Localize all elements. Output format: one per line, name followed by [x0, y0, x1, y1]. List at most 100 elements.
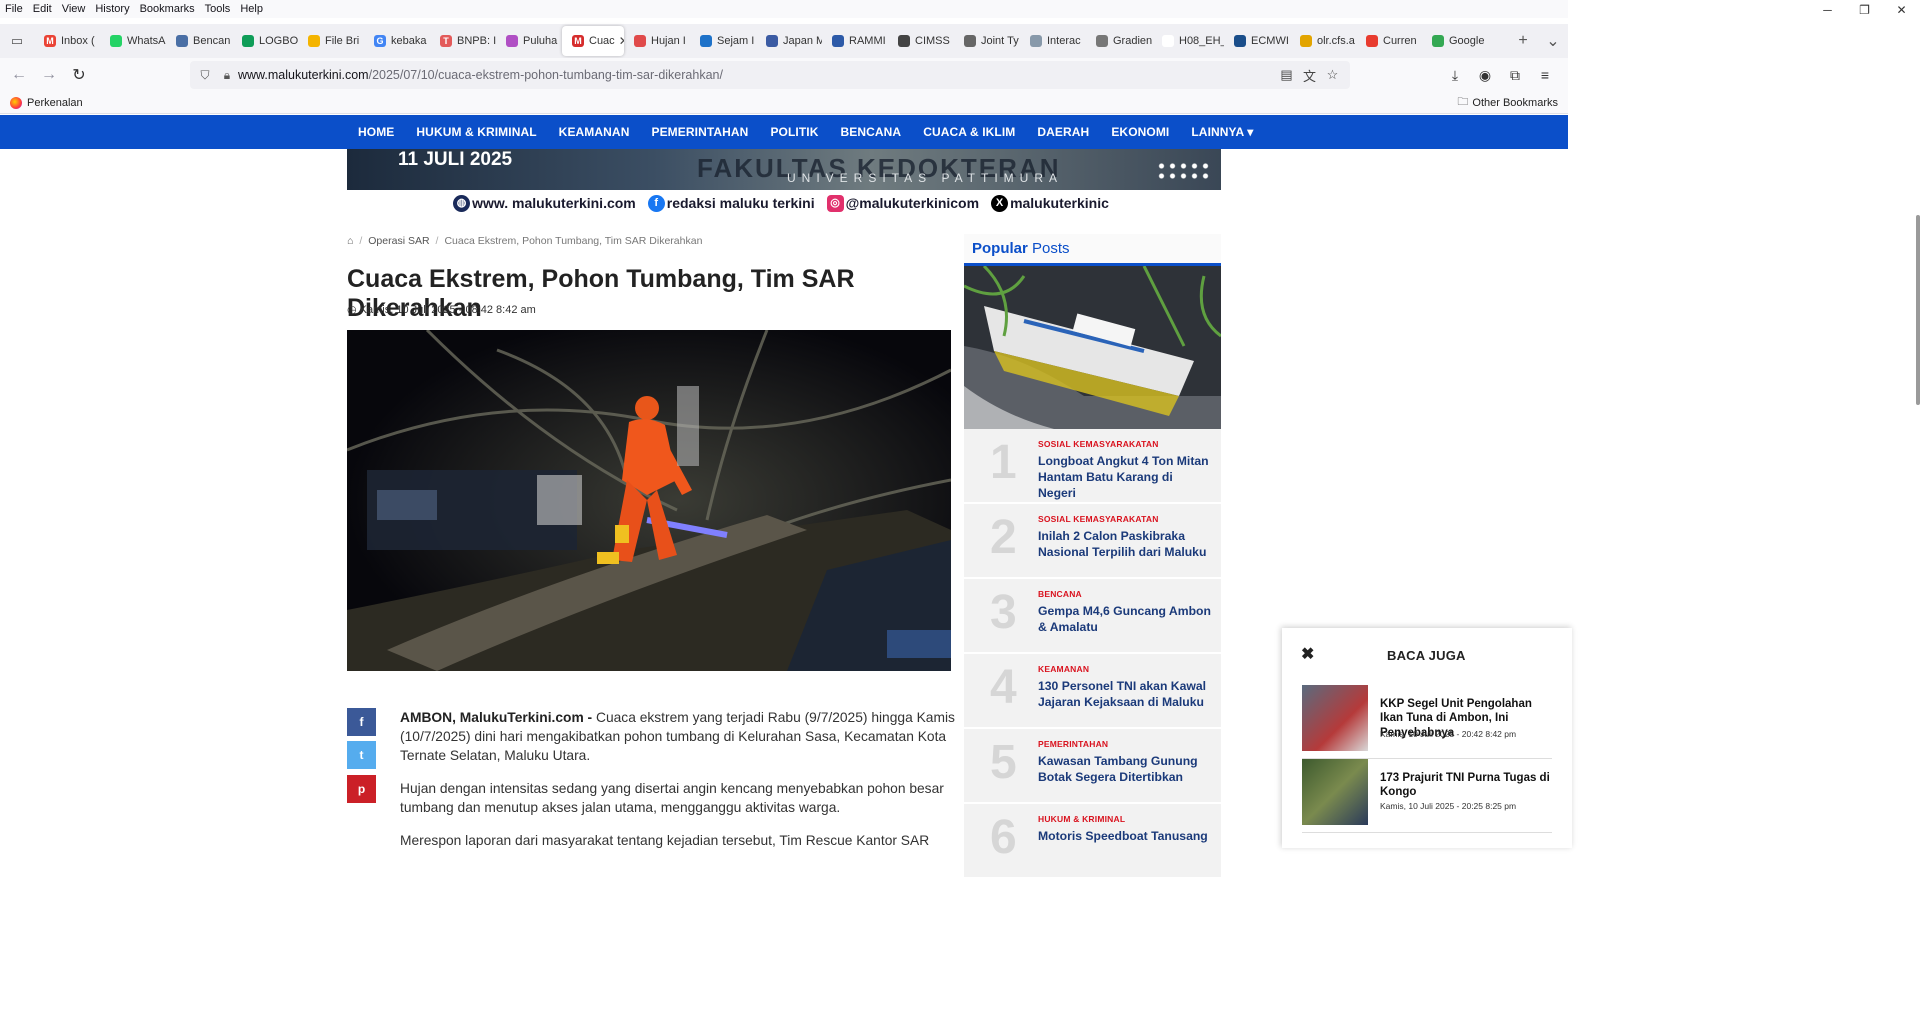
popular-post-title[interactable]: Longboat Angkut 4 Ton Mitan Hantam Batu …: [1038, 453, 1213, 502]
back-arrow-icon[interactable]: ←: [4, 66, 34, 84]
popular-post-item[interactable]: 1 SOSIAL KEMASYARAKATAN Longboat Angkut 4 …: [964, 429, 1221, 504]
tab-list: M Inbox (WhatsA Bencan LOGBO File Bri Gkebaka…: [34, 26, 1488, 56]
browser-tab[interactable]: Japan M: [756, 26, 822, 56]
browser-tab[interactable]: ECMWI: [1224, 26, 1290, 56]
shield-icon[interactable]: ⛉: [194, 68, 216, 83]
browser-tab[interactable]: Joint Ty: [954, 26, 1020, 56]
baca-juga-item[interactable]: 173 Prajurit TNI Purna Tugas di Kongo Ka…: [1302, 759, 1552, 833]
nav-daerah[interactable]: DAERAH: [1037, 125, 1089, 139]
popular-post-category[interactable]: SOSIAL KEMASYARAKATAN: [1038, 514, 1159, 524]
popular-post-rank: 6: [990, 811, 1017, 864]
popular-post-item[interactable]: 3 BENCANA Gempa M4,6 Guncang Ambon & Amala…: [964, 579, 1221, 654]
tab-overview-icon[interactable]: ▭: [0, 33, 34, 49]
baca-juga-thumbnail[interactable]: [1302, 685, 1368, 751]
share-facebook-button[interactable]: f: [347, 708, 376, 736]
popular-post-category[interactable]: KEAMANAN: [1038, 664, 1089, 674]
browser-tab[interactable]: Google: [1422, 26, 1488, 56]
close-icon[interactable]: ✖: [1301, 644, 1314, 664]
popular-post-item[interactable]: 6 HUKUM & KRIMINAL Motoris Speedboat Tanus…: [964, 804, 1221, 879]
browser-tab[interactable]: Curren: [1356, 26, 1422, 56]
popular-post-item[interactable]: 2 SOSIAL KEMASYARAKATAN Inilah 2 Calon Pas…: [964, 504, 1221, 579]
browser-tab[interactable]: Bencan: [166, 26, 232, 56]
menu-history[interactable]: History: [90, 3, 134, 15]
reload-icon[interactable]: ↻: [64, 65, 94, 85]
home-icon[interactable]: ⌂: [347, 235, 353, 247]
browser-tab[interactable]: M Cuac ✕: [562, 26, 624, 56]
menu-bookmarks[interactable]: Bookmarks: [135, 3, 200, 15]
article-date-text: Kamis, 10 Juli 2025 - 08:42 8:42 am: [359, 304, 536, 316]
nav-politik[interactable]: POLITIK: [770, 125, 818, 139]
popular-post-title[interactable]: Motoris Speedboat Tanusang: [1038, 828, 1213, 844]
browser-tab[interactable]: File Bri: [298, 26, 364, 56]
baca-juga-item[interactable]: KKP Segel Unit Pengolahan Ikan Tuna di A…: [1302, 685, 1552, 759]
menu-file[interactable]: File: [0, 3, 28, 15]
popular-post-title[interactable]: Kawasan Tambang Gunung Botak Segera Dite…: [1038, 753, 1213, 785]
browser-tab[interactable]: Sejam I: [690, 26, 756, 56]
share-twitter-button[interactable]: t: [347, 741, 376, 769]
social-instagram[interactable]: @malukuterkinicom: [846, 195, 979, 211]
popular-post-title[interactable]: Gempa M4,6 Guncang Ambon & Amalatu: [1038, 603, 1213, 635]
browser-tab[interactable]: RAMMI: [822, 26, 888, 56]
share-pinterest-button[interactable]: p: [347, 775, 376, 803]
reader-view-icon[interactable]: ▤: [1275, 67, 1298, 83]
browser-tab[interactable]: Hujan I: [624, 26, 690, 56]
browser-tab[interactable]: Puluha: [496, 26, 562, 56]
forward-arrow-icon[interactable]: →: [34, 66, 64, 84]
browser-tab[interactable]: Gradien: [1086, 26, 1152, 56]
ad-banner[interactable]: 11 JULI 2025 FAKULTAS KEDOKTERAN UNIVERS…: [347, 149, 1221, 190]
bookmark-star-icon[interactable]: ☆: [1321, 67, 1344, 83]
popular-post-item[interactable]: 4 KEAMANAN 130 Personel TNI akan Kawal Jaj…: [964, 654, 1221, 729]
nav-ekonomi[interactable]: EKONOMI: [1111, 125, 1169, 139]
minimize-icon[interactable]: ─: [1809, 0, 1846, 20]
nav-home[interactable]: HOME: [358, 125, 394, 139]
close-window-icon[interactable]: ✕: [1883, 0, 1920, 20]
address-bar[interactable]: ⛉ 🔒︎ www.malukuterkini.com/2025/07/10/cu…: [190, 61, 1350, 89]
social-facebook[interactable]: redaksi maluku terkini: [667, 195, 815, 211]
menu-tools[interactable]: Tools: [200, 3, 236, 15]
browser-tab[interactable]: LOGBO: [232, 26, 298, 56]
tab-list-chevron-icon[interactable]: ⌄: [1538, 31, 1568, 51]
browser-tab[interactable]: Interac: [1020, 26, 1086, 56]
popular-post-category[interactable]: BENCANA: [1038, 589, 1082, 599]
popular-post-title[interactable]: 130 Personel TNI akan Kawal Jajaran Keja…: [1038, 678, 1213, 710]
nav-cuaca-iklim[interactable]: CUACA & IKLIM: [923, 125, 1015, 139]
popular-post-item[interactable]: 5 PEMERINTAHAN Kawasan Tambang Gunung Bota…: [964, 729, 1221, 804]
nav-bencana[interactable]: BENCANA: [841, 125, 902, 139]
bookmark-perkenalan[interactable]: Perkenalan: [10, 96, 83, 109]
popular-post-title[interactable]: Inilah 2 Calon Paskibraka Nasional Terpi…: [1038, 528, 1213, 560]
browser-tab[interactable]: olr.cfs.a: [1290, 26, 1356, 56]
translate-icon[interactable]: 文: [1298, 66, 1321, 85]
popular-post-category[interactable]: SOSIAL KEMASYARAKATAN: [1038, 439, 1159, 449]
menu-help[interactable]: Help: [235, 3, 268, 15]
nav-pemerintahan[interactable]: PEMERINTAHAN: [651, 125, 748, 139]
downloads-icon[interactable]: ⤓: [1440, 67, 1470, 84]
popular-post-image[interactable]: [964, 266, 1221, 429]
browser-tab[interactable]: H08_EH_Inc: [1152, 26, 1224, 56]
browser-tab[interactable]: CIMSS: [888, 26, 954, 56]
menu-view[interactable]: View: [57, 3, 91, 15]
menu-edit[interactable]: Edit: [28, 3, 57, 15]
breadcrumb-category[interactable]: Operasi SAR: [368, 235, 429, 247]
popular-post-category[interactable]: PEMERINTAHAN: [1038, 739, 1108, 749]
baca-juga-thumbnail[interactable]: [1302, 759, 1368, 825]
page-scrollbar[interactable]: [1916, 215, 1920, 405]
new-tab-icon[interactable]: +: [1508, 32, 1538, 50]
baca-juga-item-title[interactable]: 173 Prajurit TNI Purna Tugas di Kongo: [1380, 771, 1552, 800]
other-bookmarks[interactable]: 🗀︎ Other Bookmarks: [1457, 93, 1558, 112]
banner-date: 11 JULI 2025: [398, 149, 513, 170]
restore-icon[interactable]: ❐: [1846, 0, 1883, 20]
social-web[interactable]: www. malukuterkini.com: [472, 195, 636, 211]
nav-lainnya[interactable]: LAINNYA ▾: [1191, 125, 1253, 139]
account-icon[interactable]: ◉: [1470, 67, 1500, 84]
nav-keamanan[interactable]: KEAMANAN: [559, 125, 630, 139]
nav-hukum-kriminal[interactable]: HUKUM & KRIMINAL: [416, 125, 536, 139]
app-menu-icon[interactable]: ≡: [1530, 67, 1560, 83]
social-x[interactable]: malukuterkinic: [1010, 195, 1109, 211]
browser-tab[interactable]: T BNPB: I: [430, 26, 496, 56]
browser-tab[interactable]: WhatsA: [100, 26, 166, 56]
lock-icon[interactable]: 🔒︎: [216, 68, 238, 83]
browser-tab[interactable]: Gkebaka: [364, 26, 430, 56]
extensions-icon[interactable]: ⧉: [1500, 67, 1530, 84]
popular-post-category[interactable]: HUKUM & KRIMINAL: [1038, 814, 1125, 824]
browser-tab[interactable]: M Inbox (: [34, 26, 100, 56]
